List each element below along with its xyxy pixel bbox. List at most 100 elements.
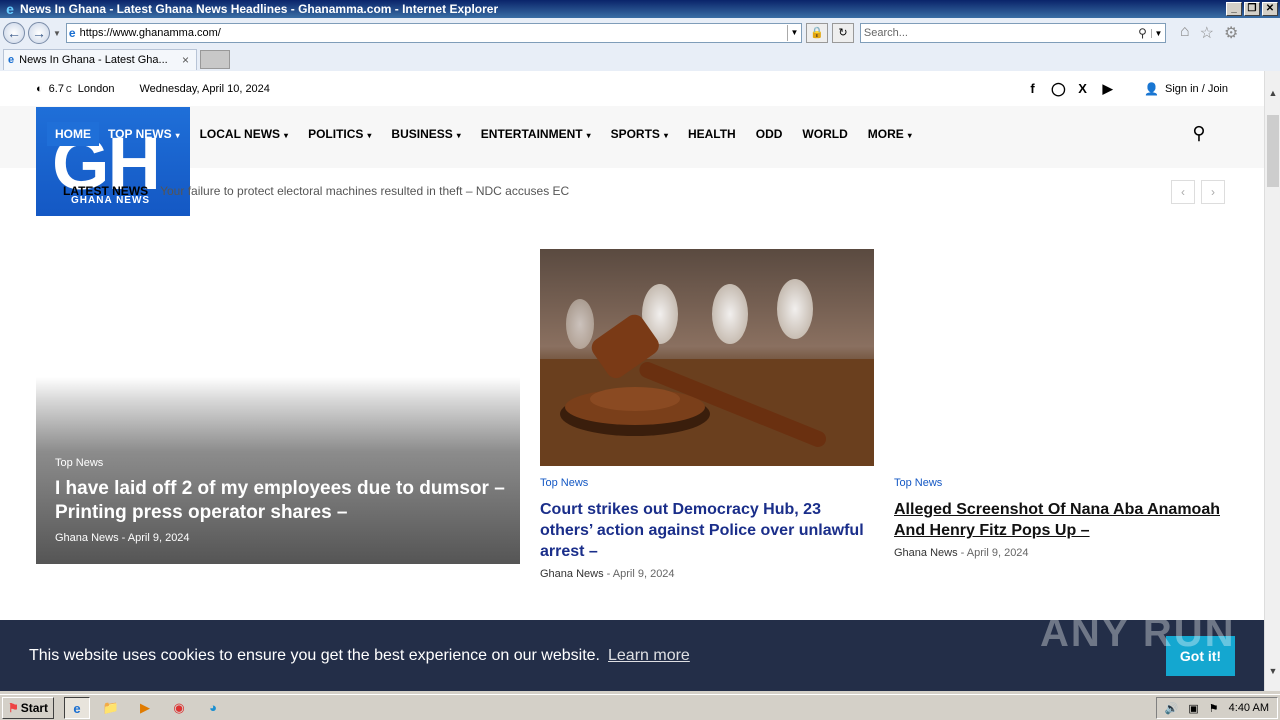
featured-category[interactable]: Top News: [55, 457, 103, 469]
card-author[interactable]: Ghana News: [894, 547, 958, 559]
signin-link[interactable]: 👤 Sign in / Join: [1144, 82, 1228, 96]
cookie-message: This website uses cookies to ensure you …: [29, 646, 600, 664]
featured-author[interactable]: Ghana News: [55, 532, 119, 544]
tab-title[interactable]: News In Ghana - Latest Gha...: [19, 54, 182, 66]
taskbar-explorer-icon[interactable]: 📁: [98, 697, 124, 719]
forward-button[interactable]: →: [28, 22, 50, 44]
current-date: Wednesday, April 10, 2024: [139, 83, 270, 95]
close-button[interactable]: ✕: [1262, 2, 1278, 16]
featured-story[interactable]: Top News I have laid off 2 of my employe…: [36, 377, 520, 564]
card-date: April 9, 2024: [966, 547, 1029, 559]
facebook-icon[interactable]: f: [1026, 81, 1039, 97]
nav-local-news[interactable]: LOCAL NEWS ▾: [200, 127, 288, 141]
card-category[interactable]: Top News: [894, 477, 1228, 489]
weather-city: London: [77, 83, 115, 95]
ticker-headline[interactable]: Your failure to protect electoral machin…: [160, 184, 569, 198]
start-button[interactable]: ⚑ Start: [2, 696, 54, 719]
scroll-thumb[interactable]: [1267, 115, 1279, 187]
story-card-screenshot: Top News Alleged Screenshot Of Nana Aba …: [894, 477, 1228, 559]
address-bar[interactable]: e https://www.ghanamma.com/ ▼: [65, 23, 802, 43]
taskbar-mediaplayer-icon[interactable]: ▶: [132, 697, 158, 719]
back-button[interactable]: ←: [3, 22, 25, 44]
site-search-icon[interactable]: ⚲: [1188, 123, 1210, 145]
ticker-next-icon[interactable]: ›: [1201, 180, 1225, 204]
system-tray: 🔊 ▣ ⚑ 4:40 AM: [1155, 697, 1278, 719]
card-title[interactable]: Alleged Screenshot Of Nana Aba Anamoah A…: [894, 499, 1228, 541]
nav-top-news[interactable]: TOP NEWS ▾: [108, 127, 180, 141]
taskbar-ie-icon[interactable]: e: [64, 696, 90, 719]
search-input[interactable]: Search...: [864, 27, 1138, 39]
address-toolbar: ← → ▼ e https://www.ghanamma.com/ ▼ 🔒 ↻ …: [0, 18, 1280, 48]
nav-business[interactable]: BUSINESS ▾: [391, 127, 460, 141]
nav-health[interactable]: HEALTH: [688, 127, 736, 141]
gavel-image[interactable]: [540, 249, 874, 466]
tab-ie-icon: e: [8, 54, 15, 66]
home-icon[interactable]: ⌂: [1180, 23, 1190, 43]
cookie-learn-more-link[interactable]: Learn more: [608, 647, 690, 665]
action-center-flag-icon[interactable]: ⚑: [1209, 702, 1219, 715]
minimize-button[interactable]: _: [1226, 2, 1242, 16]
page-icon: e: [68, 26, 76, 40]
scroll-up-icon[interactable]: ▲: [1265, 85, 1280, 101]
card-category[interactable]: Top News: [540, 477, 874, 489]
ie-logo-icon: e: [6, 1, 14, 17]
instagram-icon[interactable]: ◯: [1051, 81, 1066, 97]
weather-temp: 6.7: [48, 83, 64, 95]
lock-icon[interactable]: 🔒: [805, 23, 828, 43]
featured-meta: Ghana News - April 9, 2024: [55, 532, 190, 544]
youtube-icon[interactable]: ▶: [1101, 81, 1114, 97]
nav-politics[interactable]: POLITICS ▾: [308, 127, 371, 141]
x-icon[interactable]: X: [1076, 81, 1089, 97]
taskbar-chrome-icon[interactable]: ◉: [166, 697, 192, 719]
new-tab-button[interactable]: [200, 50, 230, 69]
refresh-button[interactable]: ↻: [831, 23, 854, 43]
tools-gear-icon[interactable]: ⚙: [1224, 23, 1238, 43]
network-icon[interactable]: ▣: [1188, 702, 1198, 715]
page-scrollbar[interactable]: ▲ ▼: [1264, 71, 1280, 691]
web-page: ◐ 6.7 C London Wednesday, April 10, 2024…: [0, 71, 1264, 691]
start-label: Start: [20, 700, 49, 715]
nav-sports[interactable]: SPORTS ▾: [611, 127, 668, 141]
story-card-court: Top News Court strikes out Democracy Hub…: [540, 477, 874, 580]
nav-odd[interactable]: ODD: [756, 127, 783, 141]
search-icon[interactable]: ⚲: [1138, 26, 1147, 40]
window-titlebar: e News In Ghana - Latest Ghana News Head…: [0, 0, 1280, 18]
ticker-controls: ‹ ›: [1171, 180, 1225, 204]
tab-ghanamma[interactable]: e News In Ghana - Latest Gha... ×: [3, 49, 197, 70]
ticker-prev-icon[interactable]: ‹: [1171, 180, 1195, 204]
search-box[interactable]: Search... ⚲ ▼: [859, 23, 1166, 43]
card-title[interactable]: Court strikes out Democracy Hub, 23 othe…: [540, 499, 874, 562]
windows-flag-icon: ⚑: [7, 700, 19, 715]
nav-more[interactable]: MORE ▾: [868, 127, 912, 141]
card-meta: Ghana News - April 9, 2024: [894, 547, 1029, 559]
nav-world[interactable]: WORLD: [802, 127, 847, 141]
clock[interactable]: 4:40 AM: [1229, 702, 1269, 714]
taskbar: ⚑ Start e 📁 ▶ ◉ ◕ 🔊 ▣ ⚑ 4:40 AM: [0, 694, 1280, 720]
address-dropdown-icon[interactable]: ▼: [786, 25, 801, 41]
card-meta: Ghana News - April 9, 2024: [540, 568, 675, 580]
nav-home[interactable]: HOME: [47, 122, 99, 146]
nav-entertainment[interactable]: ENTERTAINMENT ▾: [481, 127, 591, 141]
tab-strip: e News In Ghana - Latest Gha... ×: [0, 48, 1280, 71]
featured-title[interactable]: I have laid off 2 of my employees due to…: [55, 477, 505, 525]
ticker-label: LATEST NEWS: [63, 184, 149, 198]
latest-news-ticker: LATEST NEWS Your failure to protect elec…: [63, 184, 569, 198]
tab-close-icon[interactable]: ×: [182, 53, 196, 67]
signin-label[interactable]: Sign in / Join: [1165, 83, 1228, 95]
card-author[interactable]: Ghana News: [540, 568, 604, 580]
anyrun-watermark: ANY RUN: [1040, 611, 1236, 655]
card-date: April 9, 2024: [612, 568, 675, 580]
restore-button[interactable]: ❐: [1244, 2, 1260, 16]
favorites-star-icon[interactable]: ☆: [1200, 23, 1214, 43]
volume-icon[interactable]: 🔊: [1165, 702, 1179, 715]
user-icon: 👤: [1144, 82, 1160, 96]
weather-moon-icon: ◐: [36, 83, 43, 95]
social-links: f ◯ X ▶: [1026, 81, 1114, 97]
window-title: News In Ghana - Latest Ghana News Headli…: [20, 2, 499, 16]
scroll-down-icon[interactable]: ▼: [1265, 663, 1280, 679]
weather-unit: C: [65, 84, 72, 94]
history-dropdown-icon[interactable]: ▼: [53, 29, 61, 38]
address-url[interactable]: https://www.ghanamma.com/: [80, 27, 787, 39]
taskbar-edge-icon[interactable]: ◕: [200, 697, 226, 719]
search-dropdown-icon[interactable]: ▼: [1150, 28, 1165, 38]
